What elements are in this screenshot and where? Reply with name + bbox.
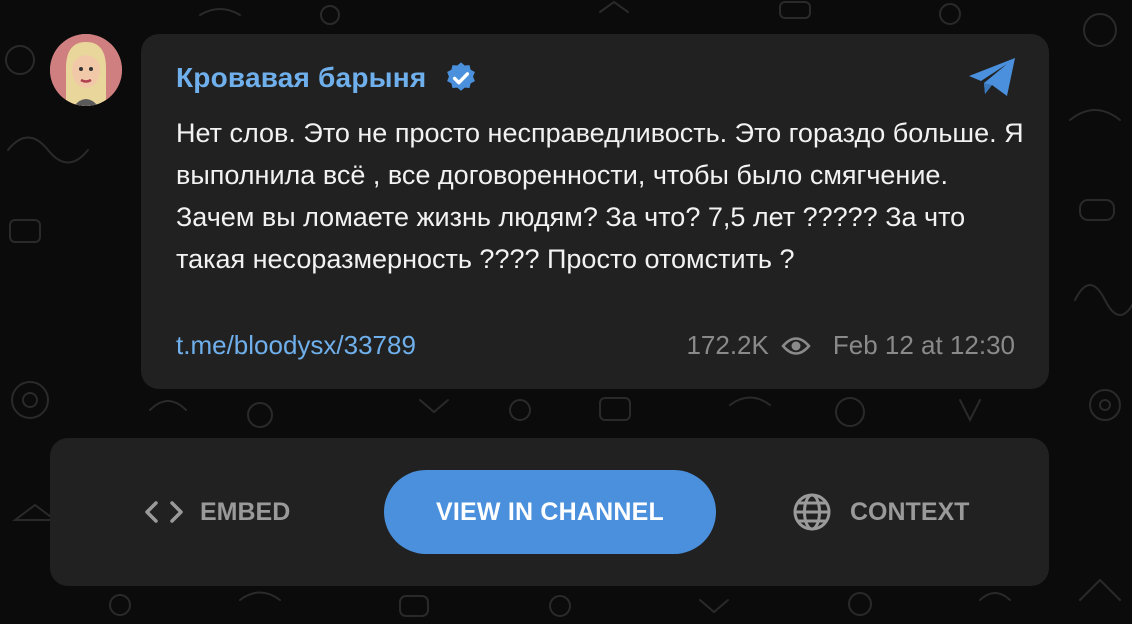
code-brackets-icon [145,501,183,523]
view-count: 172.2K [686,330,769,360]
post-author: Кровавая барыня [176,61,478,95]
context-button[interactable]: CONTEXT [792,492,969,532]
channel-avatar[interactable] [50,34,122,106]
post-link[interactable]: t.me/bloodysx/33789 [176,330,416,361]
avatar-portrait-icon [50,34,122,106]
embed-label: EMBED [200,497,291,526]
post-date: Feb 12 at 12:30 [832,330,1015,360]
context-label: CONTEXT [850,497,970,526]
embed-button[interactable]: EMBED [142,492,290,532]
post-text: Нет слов. Это не просто несправедливость… [176,118,1024,274]
action-bar: EMBED VIEW IN CHANNEL CONTEXT [50,438,1049,586]
author-name[interactable]: Кровавая барыня [176,62,426,94]
verified-badge-icon [447,62,476,91]
post-card: Кровавая барыня Нет слов. Это не просто … [141,34,1049,389]
post-meta: 172.2K Feb 12 at 12:30 [686,330,1015,361]
view-in-channel-button[interactable]: VIEW IN CHANNEL [384,470,716,554]
telegram-logo-icon[interactable] [967,56,1019,100]
globe-icon [793,493,831,531]
eye-icon [781,336,811,355]
view-in-channel-label: VIEW IN CHANNEL [436,497,664,526]
